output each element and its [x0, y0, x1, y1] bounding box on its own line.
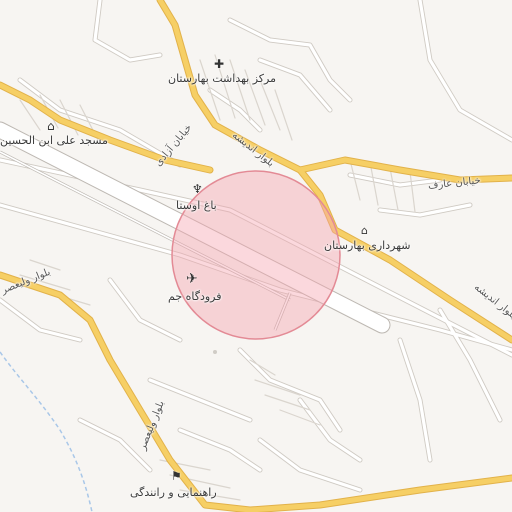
garden-icon[interactable]: ♆ — [192, 183, 203, 195]
poi-label-airport[interactable]: فرودگاه جم — [168, 290, 222, 303]
waterway — [0, 351, 93, 512]
map-canvas[interactable]: ✚ ⌂ ♆ ⌂ ✈ ⚑ مرکز بهداشت بهارستان مسجد عل… — [0, 0, 512, 512]
poi-label-mosque[interactable]: مسجد علی ابن الحسین — [0, 134, 108, 147]
search-radius-circle[interactable] — [171, 170, 341, 340]
government-building-icon[interactable]: ⌂ — [361, 225, 368, 236]
map-dot — [213, 350, 217, 354]
airplane-icon[interactable]: ✈ — [186, 272, 198, 286]
cross-icon[interactable]: ✚ — [214, 58, 224, 70]
poi-label-garden[interactable]: باغ اوستا — [176, 199, 217, 212]
poi-label-driving-office[interactable]: راهنمایی و رانندگی — [130, 486, 217, 499]
mosque-icon[interactable]: ⌂ — [47, 120, 55, 132]
poi-label-health-center[interactable]: مرکز بهداشت بهارستان — [168, 72, 276, 85]
poi-label-municipality[interactable]: شهرداری بهارستان — [324, 239, 411, 252]
police-icon[interactable]: ⚑ — [171, 470, 182, 482]
